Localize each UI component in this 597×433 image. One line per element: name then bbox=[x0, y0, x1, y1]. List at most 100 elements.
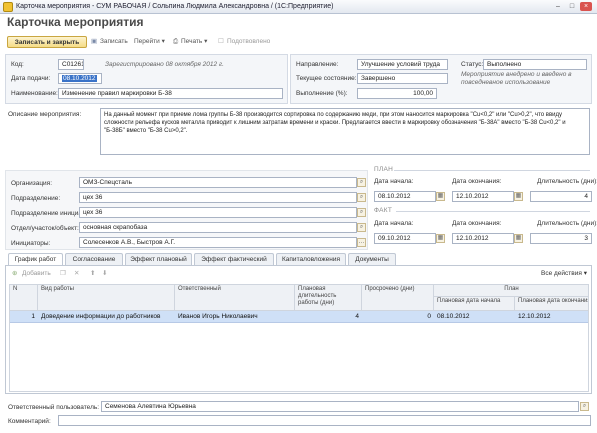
initiators-field[interactable]: Солесенков А.В., Быстров А.Г. bbox=[79, 237, 357, 248]
fact-start-field[interactable]: 09.10.2012 bbox=[374, 233, 436, 244]
date-label: Дата подачи: bbox=[11, 75, 51, 82]
all-actions-label: Все действия bbox=[541, 270, 582, 277]
user-field[interactable]: Семенова Алевтина Юрьевна bbox=[101, 401, 579, 412]
plan-duration-label: Длительность (дни): bbox=[537, 178, 597, 185]
registered-text: Зарегистрировано 08 октября 2012 г. bbox=[105, 61, 224, 68]
col-n-header[interactable]: N bbox=[10, 285, 38, 311]
goto-button[interactable]: Перейти ▾ bbox=[134, 36, 165, 48]
chevron-down-icon: ▾ bbox=[161, 38, 165, 45]
fact-duration-label: Длительность (дни): bbox=[537, 220, 597, 227]
tab-effect-planned[interactable]: Эффект плановый bbox=[125, 253, 192, 265]
app-icon bbox=[3, 2, 13, 12]
fact-duration-field[interactable]: 3 bbox=[530, 233, 592, 244]
plan-divider bbox=[394, 170, 590, 171]
row-plan-end: 12.10.2012 bbox=[518, 313, 551, 320]
fact-section-title: ФАКТ bbox=[374, 207, 393, 214]
initiators-label: Инициаторы: bbox=[11, 240, 51, 247]
tab-capital[interactable]: Капиталовложения bbox=[276, 253, 346, 265]
name-label: Наименование: bbox=[11, 90, 58, 97]
close-icon[interactable]: × bbox=[580, 2, 592, 11]
status-field[interactable]: Выполнено bbox=[483, 59, 587, 70]
direction-field[interactable]: Улучшение условий труда bbox=[357, 59, 448, 70]
user-search-icon[interactable]: ⌕ bbox=[580, 402, 589, 411]
maximize-icon[interactable]: □ bbox=[566, 2, 578, 11]
plan-end-label: Дата окончания: bbox=[452, 178, 502, 185]
org-field[interactable]: ОМЗ-Спецсталь bbox=[79, 177, 357, 188]
col-overdue-header[interactable]: Просрочено (дни) bbox=[362, 285, 434, 311]
chevron-down-icon: ▾ bbox=[583, 270, 587, 277]
move-down-icon[interactable]: ⬇ bbox=[102, 268, 107, 280]
add-button[interactable]: Добавить bbox=[22, 268, 51, 280]
initiators-edit-icon[interactable]: … bbox=[357, 238, 366, 247]
plan-end-calendar-icon[interactable]: ▦ bbox=[514, 192, 523, 201]
code-label: Код: bbox=[11, 61, 24, 68]
status-label: Статус: bbox=[461, 61, 484, 68]
comment-label: Комментарий: bbox=[8, 418, 51, 425]
section-field[interactable]: основная скрапобаза bbox=[79, 222, 357, 233]
delete-icon[interactable]: ✕ bbox=[74, 268, 79, 280]
col-plan-group-header: План bbox=[434, 285, 588, 297]
section-search-icon[interactable]: ⌕ bbox=[357, 223, 366, 232]
fact-divider bbox=[396, 211, 590, 212]
col-plan-end-header[interactable]: Плановая дата окончания bbox=[515, 297, 588, 311]
print-button[interactable]: Печать ▾ bbox=[181, 36, 207, 48]
confirm-icon: ☐ bbox=[218, 38, 224, 45]
minimize-icon[interactable]: – bbox=[552, 2, 564, 11]
fact-end-field[interactable]: 12.10.2012 bbox=[452, 233, 514, 244]
code-field[interactable]: С01261 bbox=[58, 59, 84, 70]
move-up-icon[interactable]: ⬆ bbox=[90, 268, 95, 280]
col-work-type-header[interactable]: Вид работы bbox=[38, 285, 175, 311]
plan-start-field[interactable]: 08.10.2012 bbox=[374, 191, 436, 202]
printer-icon: ⎙ bbox=[173, 38, 179, 45]
progress-field[interactable]: 100,00 bbox=[357, 88, 437, 99]
init-dept-search-icon[interactable]: ⌕ bbox=[357, 208, 366, 217]
col-plan-duration-header[interactable]: Плановая длительность работы (дни) bbox=[295, 285, 362, 311]
fact-end-calendar-icon[interactable]: ▦ bbox=[514, 234, 523, 243]
tab-approval[interactable]: Согласование bbox=[65, 253, 123, 265]
dept-label: Подразделение: bbox=[11, 195, 61, 202]
fact-end-label: Дата окончания: bbox=[452, 220, 502, 227]
add-icon: ⊕ bbox=[12, 270, 18, 277]
direction-label: Направление: bbox=[296, 61, 339, 68]
tab-effect-actual[interactable]: Эффект фактический bbox=[194, 253, 274, 265]
copy-icon[interactable]: ❐ bbox=[60, 268, 66, 280]
col-plan-start-header[interactable]: Плановая дата начала bbox=[434, 297, 515, 311]
plan-duration-field[interactable]: 4 bbox=[530, 191, 592, 202]
print-label: Печать bbox=[181, 38, 203, 45]
row-n: 1 bbox=[31, 313, 35, 320]
section-label: Отдел/участок/объект: bbox=[11, 225, 79, 232]
row-plan-start: 08.10.2012 bbox=[437, 313, 470, 320]
confirmed-button[interactable]: Подотвовлено bbox=[227, 36, 270, 48]
state-label: Текущее состояние: bbox=[296, 75, 357, 82]
name-field[interactable]: Изменение правил маркировки Б-38 bbox=[58, 88, 283, 99]
table-row[interactable]: 1 Доведение информации до работников Ива… bbox=[10, 311, 588, 323]
progress-label: Выполнение (%): bbox=[296, 90, 348, 97]
all-actions-button[interactable]: Все действия ▾ bbox=[541, 268, 587, 280]
goto-label: Перейти bbox=[134, 38, 160, 45]
date-value: 08.10.2012 bbox=[62, 75, 97, 82]
dept-search-icon[interactable]: ⌕ bbox=[357, 193, 366, 202]
plan-section-title: ПЛАН bbox=[374, 166, 394, 173]
init-dept-field[interactable]: цех 36 bbox=[79, 207, 357, 218]
schedule-table: N Вид работы Ответственный Плановая длит… bbox=[9, 284, 589, 392]
date-field[interactable]: 08.10.2012 bbox=[58, 73, 102, 84]
description-label: Описание мероприятия: bbox=[8, 111, 82, 118]
description-field[interactable]: На данный момент при приеме лома группы … bbox=[100, 108, 590, 155]
tab-documents[interactable]: Документы bbox=[348, 253, 396, 265]
fact-start-calendar-icon[interactable]: ▦ bbox=[436, 234, 445, 243]
org-search-icon[interactable]: ⌕ bbox=[357, 178, 366, 187]
save-close-button[interactable]: Записать и закрыть bbox=[7, 36, 87, 48]
comment-field[interactable] bbox=[58, 415, 591, 426]
row-overdue: 0 bbox=[427, 313, 431, 320]
note-text: Мероприятие внедрено и введено в повседн… bbox=[461, 71, 572, 86]
form-title: Карточка мероприятия bbox=[7, 15, 144, 29]
dept-field[interactable]: цех 36 bbox=[79, 192, 357, 203]
col-responsible-header[interactable]: Ответственный bbox=[175, 285, 295, 311]
state-field[interactable]: Завершено bbox=[357, 73, 448, 84]
row-work-type: Доведение информации до работников bbox=[41, 313, 161, 320]
plan-start-label: Дата начала: bbox=[374, 178, 414, 185]
plan-start-calendar-icon[interactable]: ▦ bbox=[436, 192, 445, 201]
plan-end-field[interactable]: 12.10.2012 bbox=[452, 191, 514, 202]
row-plan-duration: 4 bbox=[355, 313, 359, 320]
save-button[interactable]: Записать bbox=[100, 36, 128, 48]
